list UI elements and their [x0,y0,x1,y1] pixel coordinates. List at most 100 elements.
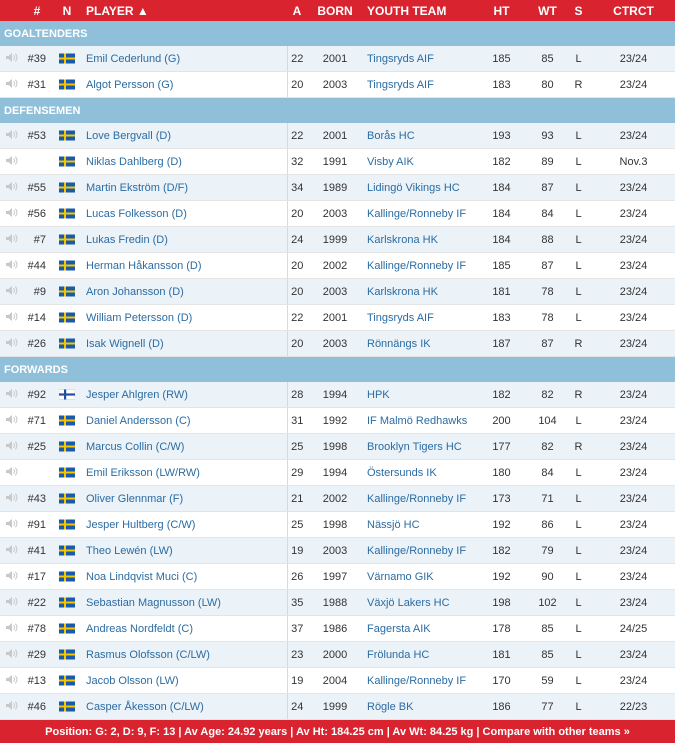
player-name-link[interactable]: Algot Persson (G) [86,79,173,91]
youth-team-link[interactable]: Tingsryds AIF [367,79,434,91]
speaker-icon[interactable] [5,78,18,92]
player-name-link[interactable]: Theo Lewén (LW) [86,545,173,557]
youth-team-link[interactable]: Frölunda HC [367,649,429,661]
youth-team-link[interactable]: IF Malmö Redhawks [367,415,467,427]
youth-team-link[interactable]: Nässjö HC [367,519,420,531]
contract-cell: 23/24 [592,72,675,98]
speaker-icon[interactable] [5,337,18,351]
age-cell: 20 [287,279,307,305]
sweden-flag-icon [59,260,75,271]
speaker-icon[interactable] [5,181,18,195]
speaker-icon[interactable] [5,622,18,636]
player-name-link[interactable]: Isak Wignell (D) [86,338,164,350]
youth-team-link[interactable]: Fagersta AIK [367,623,431,635]
contract-header[interactable]: CTRCT [592,0,675,21]
player-name-link[interactable]: Love Bergvall (D) [86,130,171,142]
speaker-icon[interactable] [5,674,18,688]
born-header[interactable]: BORN [307,0,363,21]
height-cell: 183 [473,72,530,98]
player-name-link[interactable]: Daniel Andersson (C) [86,415,191,427]
height-header[interactable]: HT [473,0,530,21]
speaker-icon[interactable] [5,311,18,325]
youth-team-header[interactable]: YOUTH TEAM [363,0,473,21]
weight-cell: 80 [530,72,565,98]
compare-teams-link[interactable]: Compare with other teams » [483,726,630,738]
shoots-cell: L [565,564,592,590]
speaker-icon[interactable] [5,440,18,454]
player-name-link[interactable]: Jesper Hultberg (C/W) [86,519,195,531]
speaker-icon[interactable] [5,596,18,610]
speaker-icon[interactable] [5,259,18,273]
speaker-icon[interactable] [5,388,18,402]
player-name-link[interactable]: Marcus Collin (C/W) [86,441,184,453]
player-cell: Oliver Glennmar (F) [82,486,287,512]
player-name-link[interactable]: Sebastian Magnusson (LW) [86,597,221,609]
player-name-link[interactable]: Aron Johansson (D) [86,286,184,298]
player-name-link[interactable]: Oliver Glennmar (F) [86,493,183,505]
youth-team-link[interactable]: Karlskrona HK [367,286,438,298]
youth-team-link[interactable]: Växjö Lakers HC [367,597,450,609]
player-name-link[interactable]: Rasmus Olofsson (C/LW) [86,649,210,661]
player-row: #9 Aron Johansson (D) 20 2003 Karlskrona… [0,279,675,305]
youth-team-link[interactable]: Värnamo GIK [367,571,434,583]
player-name-link[interactable]: Emil Cederlund (G) [86,53,180,65]
speaker-icon[interactable] [5,129,18,143]
speaker-icon[interactable] [5,518,18,532]
speaker-icon[interactable] [5,648,18,662]
height-cell: 187 [473,331,530,357]
speaker-icon[interactable] [5,285,18,299]
speaker-icon[interactable] [5,233,18,247]
weight-cell: 88 [530,227,565,253]
player-name-link[interactable]: Noa Lindqvist Muci (C) [86,571,197,583]
player-name-link[interactable]: Lukas Fredin (D) [86,234,168,246]
shoots-header[interactable]: S [565,0,592,21]
nation-cell [52,227,82,253]
height-cell: 200 [473,408,530,434]
player-name-link[interactable]: Jesper Ahlgren (RW) [86,389,188,401]
player-header[interactable]: PLAYER ▲ [82,0,287,21]
youth-team-link[interactable]: Kallinge/Ronneby IF [367,545,466,557]
age-header[interactable]: A [287,0,307,21]
youth-team-link[interactable]: Borås HC [367,130,415,142]
youth-team-link[interactable]: Tingsryds AIF [367,312,434,324]
player-name-link[interactable]: Casper Åkesson (C/LW) [86,701,204,713]
player-name-link[interactable]: Herman Håkansson (D) [86,260,202,272]
speaker-icon[interactable] [5,466,18,480]
weight-cell: 86 [530,512,565,538]
youth-team-link[interactable]: Östersunds IK [367,467,437,479]
speaker-icon[interactable] [5,700,18,714]
youth-team-link[interactable]: Lidingö Vikings HC [367,182,460,194]
player-name-link[interactable]: Emil Eriksson (LW/RW) [86,467,200,479]
speaker-icon[interactable] [5,414,18,428]
youth-team-link[interactable]: HPK [367,389,390,401]
number-header[interactable]: # [22,0,52,21]
speaker-icon[interactable] [5,207,18,221]
player-name-link[interactable]: William Petersson (D) [86,312,192,324]
youth-team-link[interactable]: Rögle BK [367,701,413,713]
youth-team-link[interactable]: Visby AIK [367,156,414,168]
weight-cell: 87 [530,175,565,201]
player-name-link[interactable]: Martin Ekström (D/F) [86,182,188,194]
speaker-icon[interactable] [5,544,18,558]
height-cell: 180 [473,460,530,486]
youth-team-link[interactable]: Rönnängs IK [367,338,431,350]
youth-team-link[interactable]: Brooklyn Tigers HC [367,441,462,453]
player-name-link[interactable]: Jacob Olsson (LW) [86,675,179,687]
youth-team-link[interactable]: Kallinge/Ronneby IF [367,208,466,220]
speaker-icon[interactable] [5,492,18,506]
header-row: # N PLAYER ▲ A BORN YOUTH TEAM HT WT S C… [0,0,675,21]
youth-team-link[interactable]: Kallinge/Ronneby IF [367,675,466,687]
youth-team-link[interactable]: Tingsryds AIF [367,53,434,65]
youth-team-link[interactable]: Karlskrona HK [367,234,438,246]
player-name-link[interactable]: Andreas Nordfeldt (C) [86,623,193,635]
speaker-icon[interactable] [5,155,18,169]
player-name-link[interactable]: Lucas Folkesson (D) [86,208,187,220]
youth-team-cell: Kallinge/Ronneby IF [363,253,473,279]
weight-header[interactable]: WT [530,0,565,21]
nation-header[interactable]: N [52,0,82,21]
youth-team-link[interactable]: Kallinge/Ronneby IF [367,260,466,272]
youth-team-link[interactable]: Kallinge/Ronneby IF [367,493,466,505]
speaker-icon[interactable] [5,52,18,66]
player-name-link[interactable]: Niklas Dahlberg (D) [86,156,182,168]
speaker-icon[interactable] [5,570,18,584]
